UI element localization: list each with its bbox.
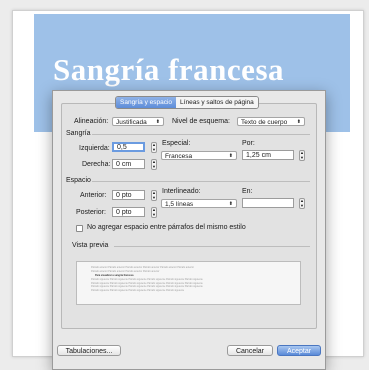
preview-after-line: Párrafo siguiente Párrafo siguiente Párr…: [91, 288, 185, 292]
alignment-label: Alineación:: [74, 118, 109, 125]
at-label: En:: [242, 188, 253, 195]
space-after-stepper[interactable]: ▲ ▼: [151, 207, 157, 218]
space-before-field[interactable]: 0 pto: [112, 190, 145, 200]
chevron-updown-icon: ⬍: [228, 201, 233, 207]
indent-right-stepper[interactable]: ▲ ▼: [151, 159, 157, 170]
chevron-updown-icon: ⬍: [155, 119, 160, 125]
outline-level-value: Texto de cuerpo: [241, 119, 288, 126]
divider: [92, 134, 310, 135]
paragraph-dialog: Alineación: Justificada ⬍ Nivel de esque…: [52, 90, 326, 370]
space-before-label: Anterior:: [80, 192, 107, 199]
space-after-label: Posterior:: [76, 209, 106, 216]
indent-section-label: Sangría: [66, 130, 91, 137]
by-label: Por:: [242, 140, 255, 147]
at-stepper[interactable]: ▲ ▼: [299, 198, 305, 209]
preview-label: Vista previa: [72, 242, 109, 249]
line-spacing-label: Interlineado:: [162, 188, 201, 195]
outline-level-select[interactable]: Texto de cuerpo ⬍: [237, 117, 305, 126]
indent-left-field[interactable]: 0,5: [112, 142, 145, 152]
chevron-updown-icon: ⬍: [228, 153, 233, 159]
by-field[interactable]: 1,25 cm: [242, 150, 294, 160]
preview-sample-line: Para visualizar a sangría francesa: [95, 273, 134, 277]
by-stepper[interactable]: ▲ ▼: [299, 150, 305, 161]
indent-left-stepper[interactable]: ▲ ▼: [151, 142, 157, 153]
outline-level-label: Nivel de esquema:: [172, 118, 230, 125]
space-before-stepper[interactable]: ▲ ▼: [151, 190, 157, 201]
preview-before-line: Párrafo anterior Párrafo anterior Párraf…: [91, 269, 160, 273]
chevron-updown-icon: ⬍: [296, 119, 301, 125]
document-title: Sangría francesa: [53, 52, 285, 87]
spacing-section-label: Espacio: [66, 177, 91, 184]
divider: [114, 246, 310, 247]
cancel-button[interactable]: Cancelar: [227, 345, 273, 356]
preview-box: Párrafo anterior Párrafo anterior Párraf…: [76, 261, 301, 305]
at-field[interactable]: [242, 198, 294, 208]
alignment-value: Justificada: [116, 119, 147, 126]
tabs-button[interactable]: Tabulaciones...: [57, 345, 121, 356]
no-space-label: No agregar espacio entre párrafos del mi…: [87, 224, 246, 231]
space-after-field[interactable]: 0 pto: [112, 207, 145, 217]
special-label: Especial:: [162, 140, 191, 147]
accept-button[interactable]: Aceptar: [277, 345, 321, 356]
indent-right-field[interactable]: 0 cm: [112, 159, 145, 169]
line-spacing-select[interactable]: 1,5 líneas ⬍: [161, 199, 237, 208]
divider: [92, 181, 310, 182]
alignment-select[interactable]: Justificada ⬍: [112, 117, 164, 126]
settings-panel: Alineación: Justificada ⬍ Nivel de esque…: [61, 103, 317, 329]
indent-left-label: Izquierda:: [79, 145, 110, 152]
no-space-checkbox[interactable]: [76, 225, 83, 232]
line-spacing-value: 1,5 líneas: [165, 201, 194, 208]
tab-line-page-breaks[interactable]: Líneas y saltos de página: [176, 97, 258, 108]
special-select[interactable]: Francesa ⬍: [161, 151, 237, 160]
tab-bar: Sangría y espacio Líneas y saltos de pág…: [115, 96, 259, 109]
tab-indent-spacing[interactable]: Sangría y espacio: [116, 97, 177, 108]
special-value: Francesa: [165, 153, 193, 160]
indent-right-label: Derecha:: [82, 161, 111, 168]
